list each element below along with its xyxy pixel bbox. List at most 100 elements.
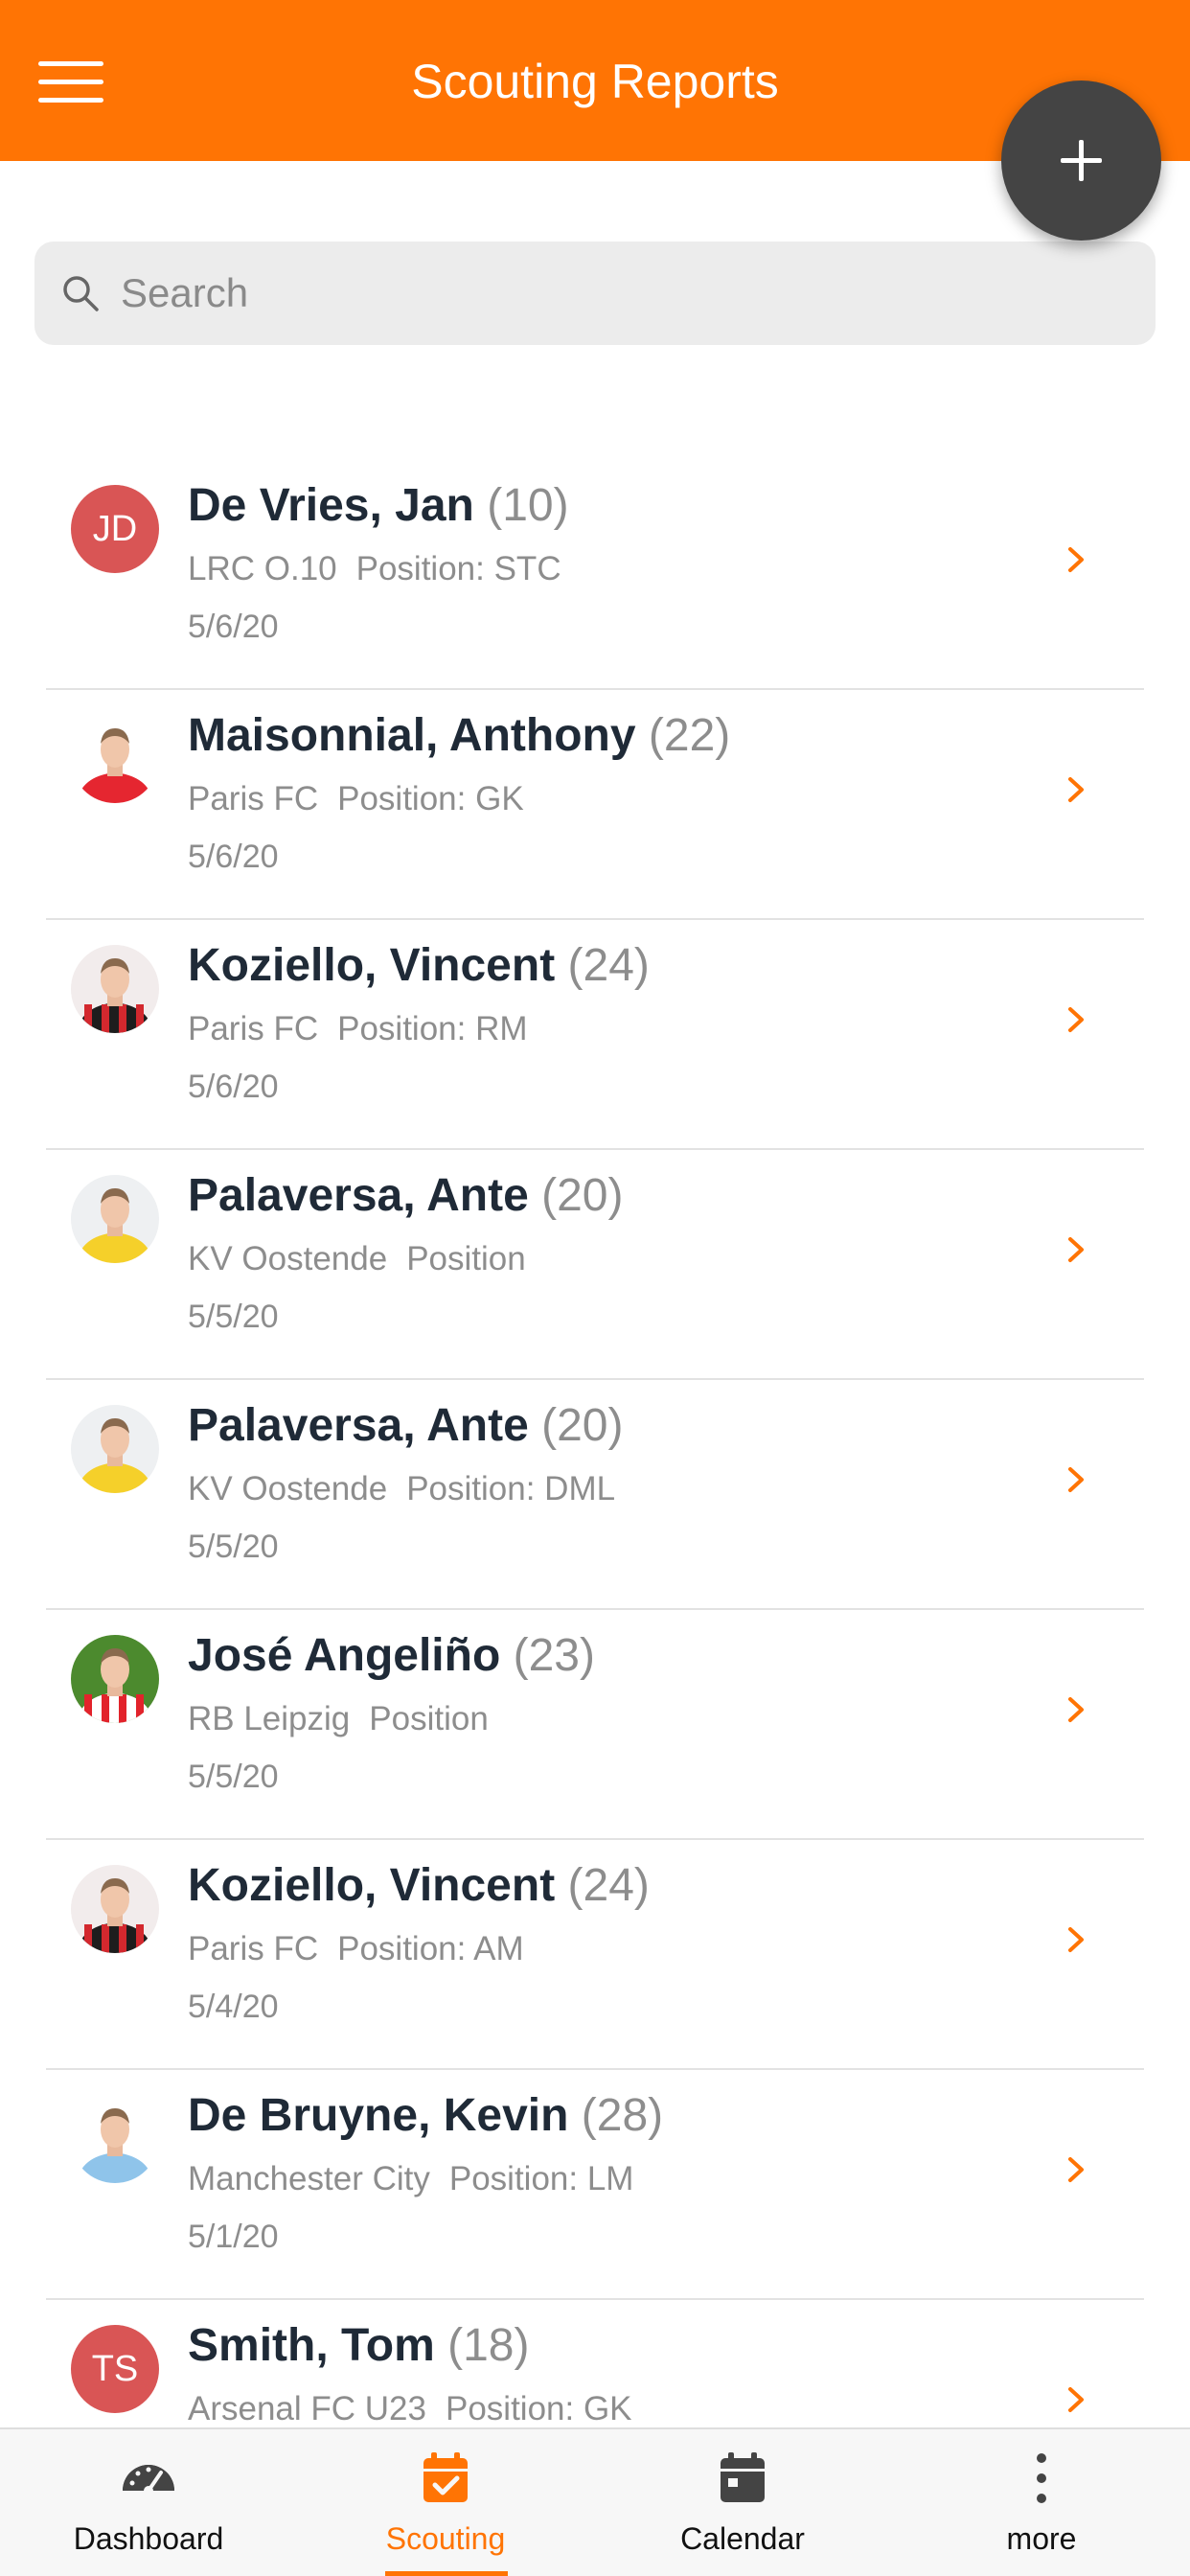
chevron-right-icon [1068, 1007, 1084, 1032]
page-title: Scouting Reports [411, 55, 779, 108]
player-avatar [71, 945, 159, 1033]
initials-avatar: JD [71, 485, 159, 573]
report-date: 5/4/20 [188, 1989, 279, 2025]
speedometer-icon [123, 2465, 174, 2496]
player-avatar [71, 1175, 159, 1263]
report-row[interactable]: JD De Vries, Jan (10) LRC O.10 Position: ST… [0, 460, 1190, 690]
player-name-line: Maisonnial, Anthony (22) [188, 705, 730, 767]
player-name-line: Smith, Tom (18) [188, 2315, 529, 2377]
player-age: (20) [541, 1170, 624, 1221]
report-row[interactable]: Palaversa, Ante (20) KV Oostende Position 5… [0, 1150, 1190, 1380]
report-row[interactable]: José Angeliño (23) RB Leipzig Position 5/5/… [0, 1610, 1190, 1840]
search-icon [63, 276, 99, 311]
player-club: Arsenal FC U23 [188, 2390, 426, 2427]
player-avatar [71, 1865, 159, 1953]
player-name-line: De Bruyne, Kevin (28) [188, 2085, 663, 2147]
add-report-button[interactable] [1001, 80, 1161, 241]
player-name: Koziello, Vincent [188, 940, 556, 991]
player-age: (23) [513, 1630, 595, 1681]
player-position: Position [406, 1240, 526, 1277]
player-avatar [71, 2095, 159, 2183]
report-row[interactable]: Palaversa, Ante (20) KV Oostende Position:… [0, 1380, 1190, 1610]
player-age: (18) [447, 2320, 530, 2371]
chevron-right-icon [1068, 1697, 1084, 1722]
player-name-line: Koziello, Vincent (24) [188, 1855, 650, 1917]
calendar-check-icon [423, 2452, 468, 2502]
player-club: RB Leipzig [188, 1700, 351, 1737]
report-date: 5/5/20 [188, 1759, 279, 1795]
player-name: De Bruyne, Kevin [188, 2090, 569, 2141]
initials-avatar: TS [71, 2325, 159, 2413]
report-date: 5/6/20 [188, 609, 279, 645]
chevron-right-icon [1068, 1467, 1084, 1492]
player-name: Maisonnial, Anthony [188, 710, 636, 761]
player-position: Position: GK [445, 2390, 632, 2427]
report-meta: Paris FC Position: GK [188, 778, 524, 820]
search-input[interactable] [121, 257, 1079, 330]
report-date: 5/5/20 [188, 1299, 279, 1335]
player-name-line: Palaversa, Ante (20) [188, 1395, 623, 1457]
report-meta: KV Oostende Position: DML [188, 1468, 615, 1510]
player-age: (20) [541, 1400, 624, 1451]
player-name-line: Koziello, Vincent (24) [188, 935, 650, 997]
report-meta: Arsenal FC U23 Position: GK [188, 2388, 632, 2427]
report-date: 5/6/20 [188, 1069, 279, 1105]
report-date: 5/1/20 [188, 2219, 279, 2255]
report-row[interactable]: Koziello, Vincent (24) Paris FC Position: … [0, 920, 1190, 1150]
report-date: 5/5/20 [188, 1529, 279, 1565]
player-name: José Angeliño [188, 1630, 501, 1681]
player-position: Position: DML [406, 1470, 616, 1507]
tab-scouting[interactable]: Scouting [297, 2429, 594, 2576]
report-meta: LRC O.10 Position: STC [188, 548, 561, 590]
player-age: (10) [487, 480, 569, 531]
player-name: De Vries, Jan [188, 480, 474, 531]
report-row[interactable]: Koziello, Vincent (24) Paris FC Position: … [0, 1840, 1190, 2070]
player-avatar [71, 1405, 159, 1493]
player-name: Koziello, Vincent [188, 1860, 556, 1911]
player-club: KV Oostende [188, 1470, 388, 1507]
player-club: Paris FC [188, 1010, 319, 1047]
report-meta: Paris FC Position: RM [188, 1008, 528, 1050]
player-name: Smith, Tom [188, 2320, 435, 2371]
tab-more[interactable]: more [893, 2429, 1190, 2576]
scouting-report-list: JD De Vries, Jan (10) LRC O.10 Position: ST… [0, 460, 1190, 2427]
player-avatar [71, 1635, 159, 1723]
player-position: Position: GK [337, 780, 524, 817]
active-tab-indicator [385, 2571, 508, 2576]
player-position: Position: RM [337, 1010, 528, 1047]
report-date: 5/6/20 [188, 839, 279, 875]
report-meta: KV Oostende Position [188, 1238, 526, 1280]
player-position: Position: AM [337, 1930, 524, 1967]
report-meta: Paris FC Position: AM [188, 1928, 524, 1970]
player-club: Manchester City [188, 2160, 430, 2197]
player-position: Position [369, 1700, 489, 1737]
chevron-right-icon [1068, 2157, 1084, 2182]
tab-calendar[interactable]: Calendar [594, 2429, 891, 2576]
player-club: KV Oostende [188, 1240, 388, 1277]
player-avatar [71, 715, 159, 803]
report-row[interactable]: TS Smith, Tom (18) Arsenal FC U23 Position:… [0, 2300, 1190, 2427]
bottom-tab-bar: Dashboard Scouting Calendar more [0, 2427, 1190, 2576]
player-club: Paris FC [188, 1930, 319, 1967]
player-name: Palaversa, Ante [188, 1170, 529, 1221]
tab-dashboard[interactable]: Dashboard [0, 2429, 297, 2576]
player-position: Position: LM [448, 2160, 634, 2197]
chevron-right-icon [1068, 2387, 1084, 2412]
chevron-right-icon [1068, 1237, 1084, 1262]
player-age: (24) [567, 940, 650, 991]
player-age: (28) [581, 2090, 664, 2141]
report-meta: Manchester City Position: LM [188, 2158, 633, 2200]
player-age: (22) [648, 710, 731, 761]
report-row[interactable]: Maisonnial, Anthony (22) Paris FC Position… [0, 690, 1190, 920]
report-meta: RB Leipzig Position [188, 1698, 489, 1740]
chevron-right-icon [1068, 777, 1084, 802]
report-row[interactable]: De Bruyne, Kevin (28) Manchester City Posi… [0, 2070, 1190, 2300]
player-name-line: Palaversa, Ante (20) [188, 1165, 623, 1227]
calendar-icon [721, 2452, 765, 2502]
player-position: Position: STC [355, 550, 561, 587]
player-club: Paris FC [188, 780, 319, 817]
player-age: (24) [567, 1860, 650, 1911]
player-name: Palaversa, Ante [188, 1400, 529, 1451]
chevron-right-icon [1068, 1927, 1084, 1952]
chevron-right-icon [1068, 547, 1084, 572]
